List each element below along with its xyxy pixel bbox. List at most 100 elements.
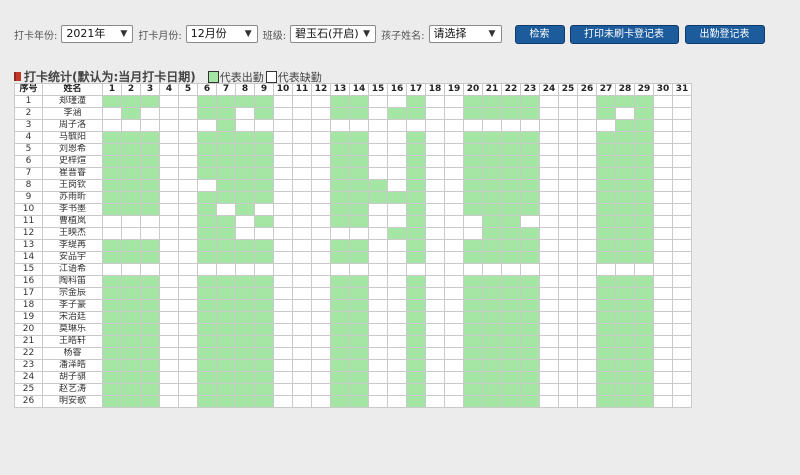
day-cell-present: [501, 167, 521, 180]
day-cell-present: [121, 191, 141, 204]
day-cell-absent: [159, 395, 179, 408]
day-cell-absent: [311, 167, 331, 180]
day-cell-absent: [121, 215, 141, 228]
child-select[interactable]: 请选择 ▼: [428, 25, 502, 43]
day-cell-absent: [292, 299, 312, 312]
day-header: 17: [406, 83, 426, 96]
day-cell-absent: [577, 215, 597, 228]
day-cell-absent: [653, 131, 673, 144]
attendance-register-button[interactable]: 出勤登记表: [684, 24, 765, 44]
day-cell-present: [406, 203, 426, 216]
day-cell-absent: [425, 347, 445, 360]
day-cell-present: [615, 251, 635, 264]
day-cell-absent: [273, 155, 293, 168]
day-cell-present: [102, 347, 122, 360]
day-cell-absent: [197, 263, 217, 276]
table-row: 12 王映杰: [14, 227, 692, 240]
day-cell-absent: [539, 395, 559, 408]
day-cell-present: [501, 179, 521, 192]
day-cell-present: [387, 191, 407, 204]
day-cell-present: [349, 323, 369, 336]
day-cell-present: [501, 371, 521, 384]
day-cell-present: [216, 167, 236, 180]
row-seq: 9: [14, 191, 43, 204]
day-cell-present: [140, 395, 160, 408]
day-cell-absent: [425, 287, 445, 300]
day-cell-present: [254, 383, 274, 396]
day-cell-absent: [292, 251, 312, 264]
day-cell-present: [235, 275, 255, 288]
day-cell-present: [596, 311, 616, 324]
print-unswiped-button[interactable]: 打印未刷卡登记表: [569, 24, 679, 44]
day-cell-absent: [596, 263, 616, 276]
day-cell-absent: [273, 323, 293, 336]
day-cell-present: [634, 227, 654, 240]
day-cell-absent: [368, 347, 388, 360]
table-row: 18 李子豪: [14, 299, 692, 312]
day-cell-absent: [444, 347, 464, 360]
row-child-name: 曹植岚: [42, 215, 103, 228]
day-cell-present: [102, 179, 122, 192]
day-cell-absent: [311, 191, 331, 204]
row-seq: 23: [14, 359, 43, 372]
day-cell-absent: [159, 167, 179, 180]
day-cell-present: [197, 239, 217, 252]
search-button[interactable]: 检索: [514, 24, 565, 44]
day-cell-absent: [558, 299, 578, 312]
day-cell-absent: [159, 131, 179, 144]
day-cell-absent: [311, 287, 331, 300]
day-cell-absent: [672, 335, 692, 348]
day-cell-present: [463, 107, 483, 120]
day-cell-absent: [178, 143, 198, 156]
day-cell-absent: [672, 119, 692, 132]
day-cell-absent: [577, 179, 597, 192]
month-select[interactable]: 12月份 ▼: [185, 25, 258, 43]
day-cell-absent: [368, 167, 388, 180]
day-cell-absent: [558, 167, 578, 180]
day-cell-absent: [178, 263, 198, 276]
table-header-row: 序号 姓名 1 2 3 4 5 6 7 8 9 10 11 12 13 14 15 16 17 18 19 20 21 2…: [14, 83, 692, 96]
row-seq: 13: [14, 239, 43, 252]
day-cell-present: [216, 347, 236, 360]
day-cell-absent: [368, 383, 388, 396]
day-cell-present: [634, 395, 654, 408]
day-header: 12: [311, 83, 331, 96]
year-select[interactable]: 2021年 ▼: [61, 25, 134, 43]
day-cell-present: [406, 155, 426, 168]
day-cell-present: [463, 131, 483, 144]
table-row: 9 苏雨昕: [14, 191, 692, 204]
day-cell-absent: [178, 215, 198, 228]
day-cell-absent: [273, 299, 293, 312]
day-cell-absent: [558, 383, 578, 396]
day-cell-present: [140, 311, 160, 324]
day-header: 29: [634, 83, 654, 96]
class-select[interactable]: 碧玉石(开启) ▼: [290, 25, 377, 43]
day-cell-present: [406, 143, 426, 156]
day-cell-absent: [672, 155, 692, 168]
day-cell-present: [197, 335, 217, 348]
day-cell-present: [406, 311, 426, 324]
day-cell-present: [501, 155, 521, 168]
row-child-name: 宋治廷: [42, 311, 103, 324]
day-cell-absent: [577, 263, 597, 276]
day-cell-present: [634, 287, 654, 300]
day-cell-absent: [368, 107, 388, 120]
day-cell-absent: [387, 215, 407, 228]
row-seq: 5: [14, 143, 43, 156]
day-cell-present: [615, 179, 635, 192]
row-seq: 22: [14, 347, 43, 360]
row-child-name: 安品宇: [42, 251, 103, 264]
day-cell-absent: [159, 95, 179, 108]
day-cell-absent: [672, 167, 692, 180]
day-cell-present: [121, 131, 141, 144]
day-cell-absent: [159, 215, 179, 228]
day-cell-present: [596, 371, 616, 384]
row-seq: 15: [14, 263, 43, 276]
day-cell-absent: [653, 311, 673, 324]
day-cell-absent: [254, 227, 274, 240]
day-cell-present: [615, 215, 635, 228]
day-cell-present: [520, 299, 540, 312]
day-cell-absent: [501, 263, 521, 276]
day-cell-absent: [387, 263, 407, 276]
table-row: 21 王皓轩: [14, 335, 692, 348]
